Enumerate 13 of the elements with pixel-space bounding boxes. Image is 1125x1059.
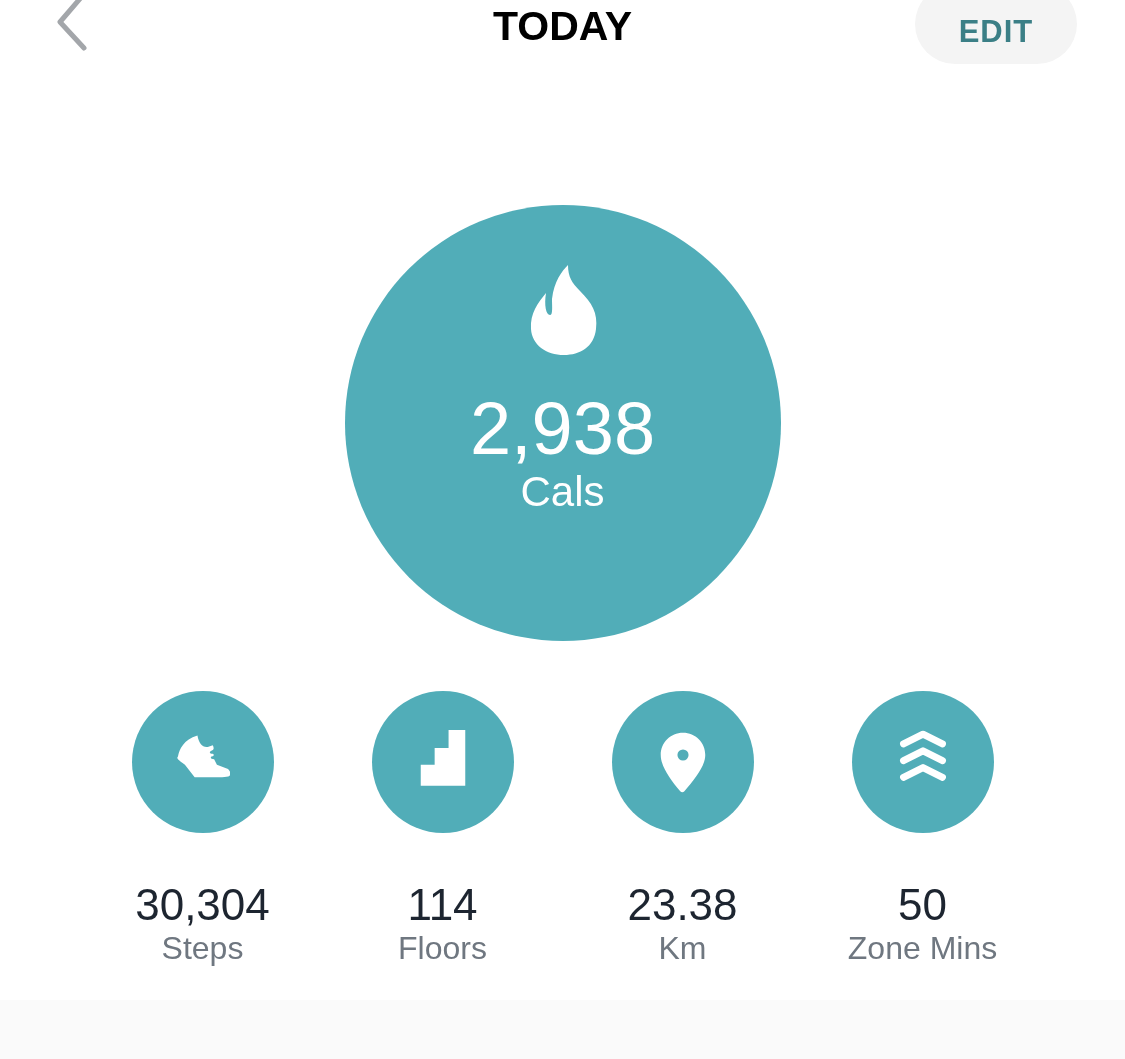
stat-label: Steps: [161, 929, 244, 967]
stat-value: 23.38: [627, 881, 738, 929]
stat-value: 30,304: [135, 881, 270, 929]
back-icon[interactable]: [56, 0, 90, 54]
stat-value: 114: [407, 881, 478, 929]
calories-value: 2,938: [469, 389, 656, 469]
stat-label: Zone Mins: [847, 929, 998, 967]
edit-button[interactable]: EDIT: [915, 0, 1077, 64]
stat-label: Floors: [398, 929, 487, 967]
calories-label: Cals: [520, 469, 605, 515]
stat-label: Km: [658, 929, 707, 967]
stat-value: 50: [898, 881, 947, 929]
screen-title: TODAY: [493, 4, 632, 48]
